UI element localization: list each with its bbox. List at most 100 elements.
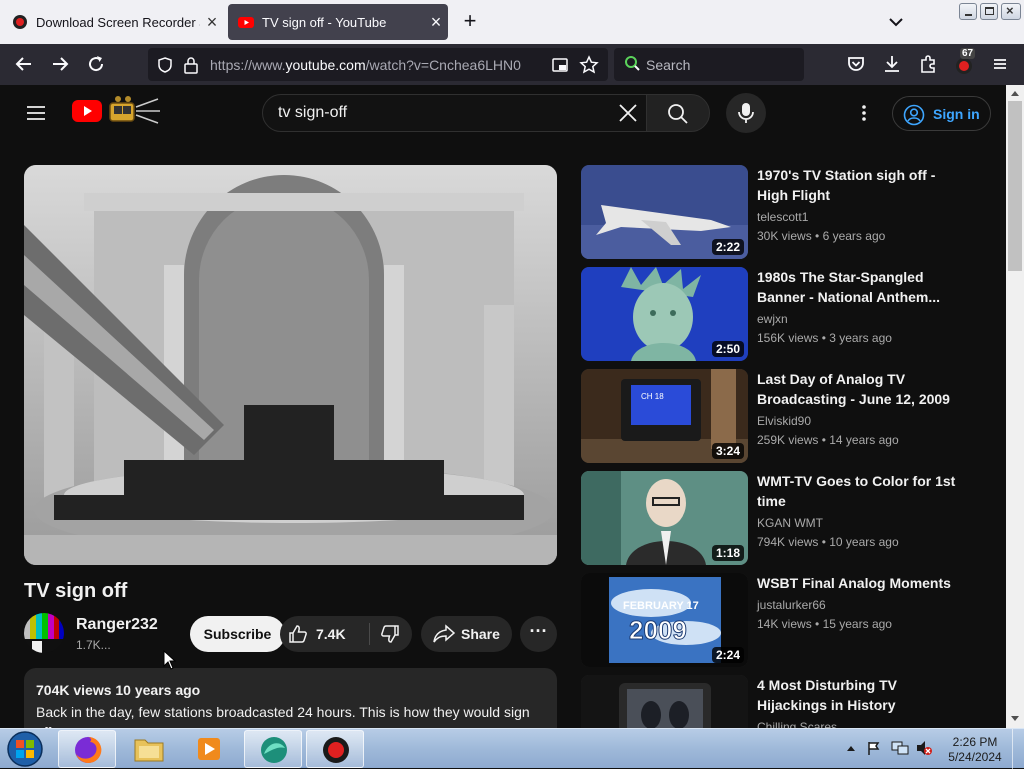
recorder-extension-button[interactable]: 67 — [952, 48, 976, 76]
show-hidden-icons-icon[interactable] — [846, 744, 856, 752]
video-thumbnail[interactable]: 2:22 — [581, 165, 748, 259]
clear-search-icon[interactable] — [618, 103, 638, 123]
network-icon[interactable] — [891, 740, 909, 756]
youtube-page: tv sign-off Sign in TV sign off Ranger23… — [0, 85, 1006, 728]
media-player-icon — [198, 738, 220, 760]
pocket-icon[interactable] — [844, 52, 868, 76]
video-thumbnail[interactable]: 2:50 — [581, 267, 748, 361]
description-box[interactable]: 704K views 10 years ago Back in the day,… — [24, 668, 557, 728]
video-thumbnail[interactable]: FEBRUARY 17 2009 2:24 — [581, 573, 748, 667]
video-meta: 30K views • 6 years ago — [757, 229, 886, 243]
dislike-button[interactable] — [370, 616, 412, 652]
back-arrow-icon[interactable] — [12, 52, 36, 76]
url-text[interactable]: https://www.youtube.com/watch?v=Cnchea6L… — [210, 57, 521, 73]
svg-text:CH 18: CH 18 — [641, 392, 664, 401]
sign-in-label: Sign in — [933, 106, 980, 122]
youtube-search-button[interactable] — [646, 94, 710, 132]
start-orb-icon[interactable] — [6, 730, 44, 768]
address-bar[interactable]: https://www.youtube.com/watch?v=Cnchea6L… — [148, 48, 608, 81]
recommended-video[interactable]: 2:22 1970's TV Station sigh off - High F… — [581, 165, 981, 260]
video-title[interactable]: WSBT Final Analog Moments — [757, 573, 957, 593]
video-thumbnail[interactable] — [581, 675, 748, 728]
show-desktop-button[interactable] — [1012, 729, 1024, 769]
tab-youtube[interactable]: TV sign off - YouTube × — [228, 4, 448, 40]
like-button[interactable]: 7.4K — [280, 616, 370, 652]
svg-text:2009: 2009 — [629, 615, 687, 645]
reload-icon[interactable] — [84, 52, 108, 76]
channel-name[interactable]: justalurker66 — [757, 598, 826, 612]
close-tab-icon[interactable]: × — [200, 12, 224, 33]
video-duration: 3:24 — [711, 443, 744, 459]
video-thumbnail[interactable]: 1:18 — [581, 471, 748, 565]
shield-icon[interactable] — [156, 56, 174, 74]
volume-muted-icon[interactable] — [915, 740, 933, 756]
channel-name[interactable]: telescott1 — [757, 210, 808, 224]
channel-name[interactable]: Chilling Scares — [757, 720, 837, 728]
taskbar-media-player[interactable] — [181, 730, 239, 768]
browser-search-bar[interactable]: Search — [614, 48, 804, 81]
doodle-logo-icon[interactable] — [106, 93, 162, 129]
recommended-video[interactable]: 4 Most Disturbing TV Hijackings in Histo… — [581, 675, 981, 728]
bookmark-star-icon[interactable] — [579, 55, 599, 75]
tab-screen-recorder[interactable]: Download Screen Recorder and × — [2, 4, 224, 40]
hamburger-menu-icon[interactable] — [988, 52, 1012, 76]
window-close-button[interactable]: × — [1001, 3, 1021, 20]
taskbar-app-green[interactable] — [244, 730, 302, 768]
recommended-video[interactable]: CH 18 3:24 Last Day of Analog TV Broadca… — [581, 369, 981, 464]
forward-arrow-icon[interactable] — [48, 52, 72, 76]
youtube-logo-icon[interactable] — [72, 100, 102, 122]
sign-in-button[interactable]: Sign in — [892, 96, 991, 131]
window-minimize-button[interactable] — [959, 3, 977, 20]
youtube-search-input[interactable]: tv sign-off — [262, 94, 648, 132]
video-title[interactable]: 1980s The Star-Spangled Banner - Nationa… — [757, 267, 957, 307]
action-center-flag-icon[interactable] — [866, 740, 882, 756]
video-title[interactable]: WMT-TV Goes to Color for 1st time — [757, 471, 957, 511]
account-circle-icon — [903, 104, 925, 126]
channel-name[interactable]: Elviskid90 — [757, 414, 811, 428]
video-title[interactable]: 4 Most Disturbing TV Hijackings in Histo… — [757, 675, 957, 715]
share-button[interactable]: Share — [421, 616, 512, 652]
video-title[interactable]: 1970's TV Station sigh off - High Flight — [757, 165, 957, 205]
system-clock[interactable]: 2:26 PM 5/24/2024 — [940, 735, 1010, 765]
taskbar-screen-recorder[interactable] — [306, 730, 364, 768]
video-player[interactable] — [24, 165, 557, 565]
recommended-video[interactable]: 2:50 1980s The Star-Spangled Banner - Na… — [581, 267, 981, 362]
extension-badge: 67 — [960, 48, 976, 59]
video-meta: 14K views • 15 years ago — [757, 617, 892, 631]
video-duration: 1:18 — [711, 545, 744, 561]
channel-avatar[interactable] — [24, 613, 64, 653]
scroll-up-arrow-icon[interactable] — [1010, 89, 1020, 97]
channel-name[interactable]: Ranger232 — [76, 616, 158, 634]
channel-name[interactable]: ewjxn — [757, 312, 788, 326]
video-meta: 156K views • 3 years ago — [757, 331, 892, 345]
extensions-puzzle-icon[interactable] — [916, 52, 940, 76]
video-title[interactable]: Last Day of Analog TV Broadcasting - Jun… — [757, 369, 957, 409]
scrollbar-thumb[interactable] — [1008, 101, 1022, 271]
lock-icon[interactable] — [183, 56, 199, 74]
settings-kebab-icon[interactable] — [852, 101, 876, 125]
clock-date: 5/24/2024 — [948, 750, 1002, 764]
new-tab-button[interactable]: + — [458, 9, 482, 33]
thumbs-down-icon — [381, 625, 399, 643]
search-query-text[interactable]: tv sign-off — [278, 104, 347, 122]
video-thumbnail[interactable]: CH 18 3:24 — [581, 369, 748, 463]
scroll-down-arrow-icon[interactable] — [1010, 715, 1020, 723]
taskbar-file-explorer[interactable] — [120, 730, 178, 768]
guide-menu-icon[interactable] — [24, 101, 48, 125]
list-all-tabs-chevron-icon[interactable] — [884, 10, 908, 34]
reader-view-icon[interactable] — [551, 56, 569, 74]
window-maximize-button[interactable] — [980, 3, 998, 20]
taskbar-firefox[interactable] — [58, 730, 116, 768]
subscribe-button[interactable]: Subscribe — [190, 616, 285, 652]
close-tab-icon[interactable]: × — [424, 12, 448, 33]
recommended-video[interactable]: FEBRUARY 17 2009 2:24 WSBT Final Analog … — [581, 573, 981, 668]
voice-search-button[interactable] — [726, 93, 766, 133]
more-actions-button[interactable]: ··· — [520, 616, 557, 652]
downloads-icon[interactable] — [880, 52, 904, 76]
share-label: Share — [461, 626, 500, 642]
recommended-video[interactable]: 1:18 WMT-TV Goes to Color for 1st time K… — [581, 471, 981, 566]
record-icon — [956, 58, 972, 74]
page-scrollbar[interactable] — [1006, 85, 1024, 728]
channel-name[interactable]: KGAN WMT — [757, 516, 823, 530]
browser-toolbar: https://www.youtube.com/watch?v=Cnchea6L… — [0, 44, 1024, 85]
